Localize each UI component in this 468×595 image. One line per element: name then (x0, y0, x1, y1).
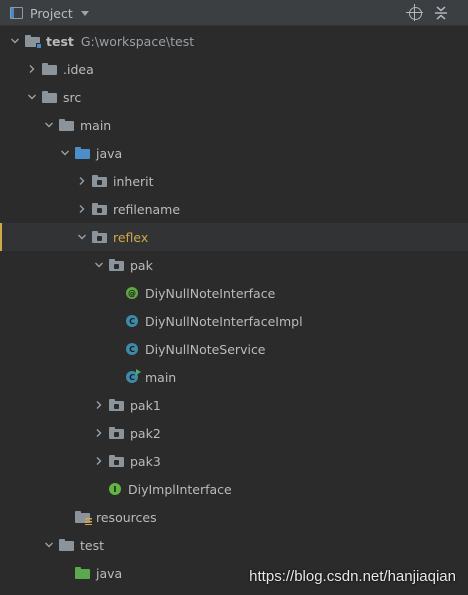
chevron-down-icon[interactable] (92, 258, 106, 272)
tree-node-label: inherit (113, 173, 154, 189)
watermark: https://blog.csdn.net/hanjiaqian (249, 568, 456, 585)
package-icon (109, 259, 124, 271)
tree-node-main-class[interactable]: C main (0, 363, 468, 391)
resources-folder-icon (75, 511, 92, 525)
project-view-icon (10, 7, 23, 19)
selection-indicator (0, 223, 2, 251)
tree-node-label: pak1 (130, 397, 161, 413)
project-folder-icon (25, 35, 42, 49)
tree-node-pak1[interactable]: pak1 (0, 391, 468, 419)
tree-node-pak[interactable]: pak (0, 251, 468, 279)
folder-icon (59, 119, 74, 131)
chevron-right-icon[interactable] (92, 454, 106, 468)
tree-node-label: refilename (113, 201, 181, 217)
chevron-down-icon[interactable] (25, 90, 39, 104)
tree-node-diy-impl-interface[interactable]: I DiyImplInterface (0, 475, 468, 503)
tree-node-label: test (80, 537, 105, 553)
folder-icon (42, 63, 57, 75)
package-icon (92, 175, 107, 187)
annotation-type-icon: @ (126, 287, 138, 299)
tree-node-project-test[interactable]: test G:\workspace\test (0, 27, 468, 55)
tree-node-test[interactable]: test (0, 531, 468, 559)
chevron-right-icon[interactable] (75, 202, 89, 216)
tree-node-resources[interactable]: resources (0, 503, 468, 531)
tree-node-refilename[interactable]: refilename (0, 195, 468, 223)
folder-icon (59, 539, 74, 551)
chevron-right-icon[interactable] (92, 426, 106, 440)
tree-node-label: resources (96, 509, 157, 525)
tree-node-label: java (96, 565, 123, 581)
collapse-all-icon (435, 6, 447, 20)
tree-node-label: java (96, 145, 123, 161)
folder-icon (42, 91, 57, 103)
project-name: test (46, 33, 74, 49)
class-icon: C (126, 343, 138, 355)
chevron-right-icon[interactable] (75, 174, 89, 188)
package-icon (92, 203, 107, 215)
chevron-down-icon[interactable] (58, 146, 72, 160)
package-icon (109, 399, 124, 411)
tree-node-label: DiyImplInterface (128, 481, 232, 497)
tree-node-diy-null-note-service[interactable]: C DiyNullNoteService (0, 335, 468, 363)
tree-node-label: pak2 (130, 425, 161, 441)
tree-node-label: pak (130, 257, 153, 273)
tool-window-title: Project (30, 5, 73, 21)
tree-node-diy-null-note-interface[interactable]: @ DiyNullNoteInterface (0, 279, 468, 307)
chevron-right-icon[interactable] (25, 62, 39, 76)
collapse-all-button[interactable] (432, 4, 450, 22)
project-path: G:\workspace\test (80, 33, 195, 49)
tree-node-label: pak3 (130, 453, 161, 469)
dropdown-caret-icon (80, 10, 89, 16)
tree-node-main-java[interactable]: java (0, 139, 468, 167)
chevron-down-icon[interactable] (8, 34, 22, 48)
interface-icon: I (109, 483, 121, 495)
chevron-right-icon[interactable] (92, 398, 106, 412)
source-folder-icon (75, 147, 90, 159)
tree-node-reflex[interactable]: reflex (0, 223, 468, 251)
tree-node-label: src (63, 89, 82, 105)
chevron-down-icon[interactable] (42, 118, 56, 132)
tree-node-idea[interactable]: .idea (0, 55, 468, 83)
test-source-folder-icon (75, 567, 90, 579)
tree-node-src[interactable]: src (0, 83, 468, 111)
tree-node-inherit[interactable]: inherit (0, 167, 468, 195)
package-icon (92, 231, 107, 243)
locate-target-icon (405, 3, 423, 21)
tree-node-label: reflex (113, 229, 149, 245)
runnable-class-icon: C (126, 369, 141, 383)
tree-node-label: main (80, 117, 112, 133)
project-view-selector[interactable]: Project (10, 4, 89, 22)
tree-node-pak2[interactable]: pak2 (0, 419, 468, 447)
tree-node-label: DiyNullNoteInterfaceImpl (145, 313, 303, 329)
tree-node-diy-null-note-interface-impl[interactable]: C DiyNullNoteInterfaceImpl (0, 307, 468, 335)
tree-node-label: .idea (63, 61, 94, 77)
package-icon (109, 455, 124, 467)
locate-target-button[interactable] (405, 3, 424, 22)
tree-node-label: DiyNullNoteService (145, 341, 266, 357)
tree-node-label: DiyNullNoteInterface (145, 285, 276, 301)
package-icon (109, 427, 124, 439)
tree-node-pak3[interactable]: pak3 (0, 447, 468, 475)
project-tool-window-header: Project (0, 0, 468, 26)
chevron-down-icon[interactable] (42, 538, 56, 552)
chevron-down-icon[interactable] (75, 230, 89, 244)
class-icon: C (126, 315, 138, 327)
tree-node-main[interactable]: main (0, 111, 468, 139)
tree-node-label: main (145, 369, 177, 385)
